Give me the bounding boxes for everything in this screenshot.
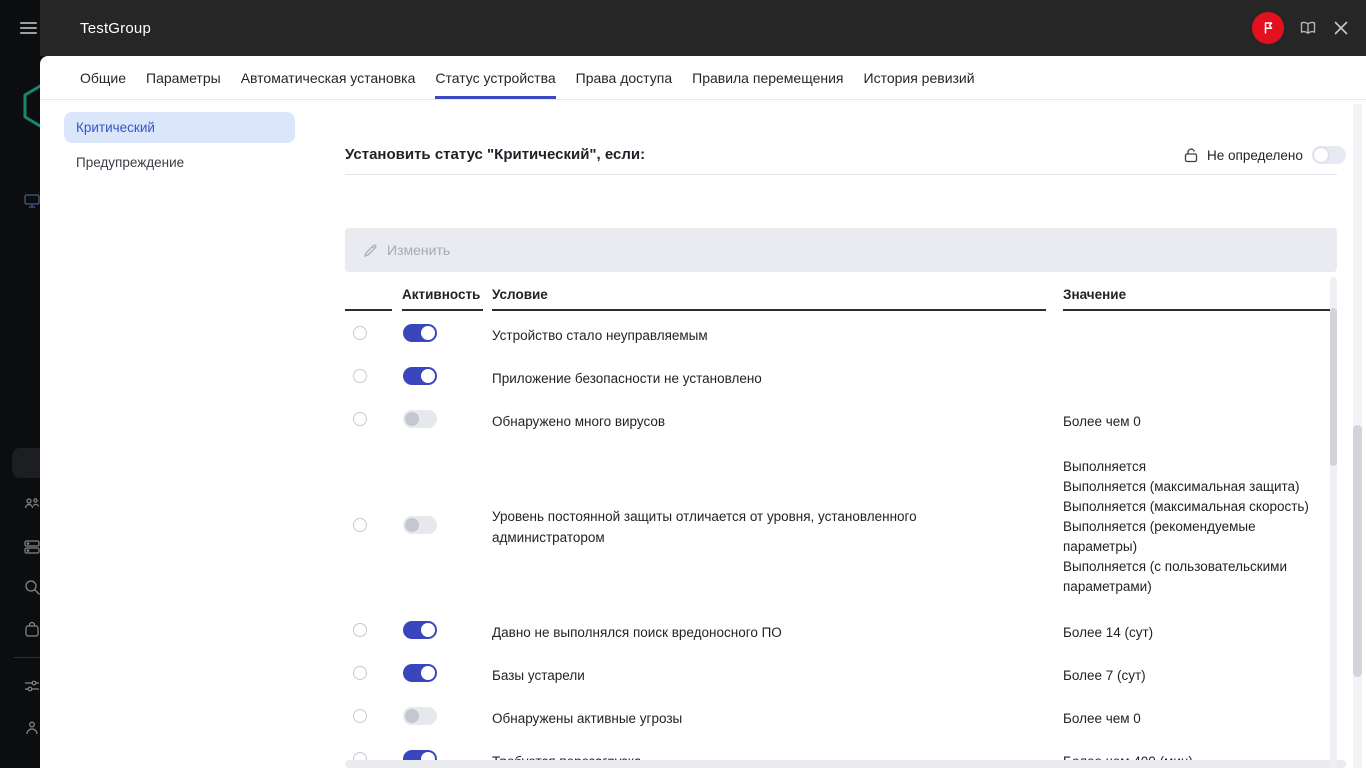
kaspersky-logo-icon bbox=[18, 82, 40, 130]
edit-button[interactable]: Изменить bbox=[387, 242, 450, 258]
value-cell: Более 14 (сут) bbox=[1063, 623, 1313, 643]
value-line: Выполняется (с пользовательскими парамет… bbox=[1063, 557, 1313, 597]
condition-row: Устройство стало неуправляемым bbox=[345, 314, 1337, 357]
row-select-radio[interactable] bbox=[353, 623, 367, 637]
condition-label: Уровень постоянной защиты отличается от … bbox=[492, 506, 962, 548]
activity-toggle[interactable] bbox=[403, 621, 437, 639]
condition-row: Обнаружены активные угрозы Более чем 0 bbox=[345, 697, 1337, 740]
row-select-radio[interactable] bbox=[353, 412, 367, 426]
condition-label: Обнаружено много вирусов bbox=[492, 411, 962, 432]
tabs-bar: Общие Параметры Автоматическая установка… bbox=[40, 56, 1366, 100]
tab-pravila-peremeshcheniya[interactable]: Правила перемещения bbox=[692, 56, 843, 99]
condition-row: Уровень постоянной защиты отличается от … bbox=[345, 443, 1337, 611]
value-line: Более чем 0 bbox=[1063, 412, 1313, 432]
activity-toggle[interactable] bbox=[403, 707, 437, 725]
activity-toggle[interactable] bbox=[403, 324, 437, 342]
user-profile-icon[interactable] bbox=[24, 720, 40, 736]
activity-column-header: Активность bbox=[402, 280, 483, 311]
value-cell: Более 7 (сут) bbox=[1063, 666, 1313, 686]
table-toolbar: Изменить bbox=[345, 228, 1337, 272]
section-heading: Установить статус "Критический", если: bbox=[345, 146, 645, 163]
menu-hamburger-icon[interactable] bbox=[20, 22, 37, 36]
value-line: Более 14 (сут) bbox=[1063, 623, 1313, 643]
tab-prava-dostupa[interactable]: Права доступа bbox=[576, 56, 672, 99]
toggle-knob bbox=[405, 709, 419, 723]
conditions-table-header: Активность Условие Значение bbox=[345, 280, 1337, 311]
value-cell: ВыполняетсяВыполняется (максимальная защ… bbox=[1063, 457, 1313, 597]
window-titlebar: TestGroup bbox=[40, 0, 1366, 56]
help-book-icon[interactable] bbox=[1300, 20, 1316, 36]
value-line: Выполняется (рекомендуемые параметры) bbox=[1063, 517, 1313, 557]
value-line: Более 7 (сут) bbox=[1063, 666, 1313, 686]
condition-row: Приложение безопасности не установлено bbox=[345, 357, 1337, 400]
toggle-knob bbox=[421, 666, 435, 680]
value-line: Более чем 0 bbox=[1063, 709, 1313, 729]
condition-label: Приложение безопасности не установлено bbox=[492, 368, 962, 389]
activity-toggle[interactable] bbox=[403, 410, 437, 428]
monitor-icon[interactable] bbox=[24, 193, 40, 209]
row-select-radio[interactable] bbox=[353, 709, 367, 723]
page-scrollbar-thumb[interactable] bbox=[1353, 425, 1362, 677]
nav-item-preduprezhdenie[interactable]: Предупреждение bbox=[64, 147, 295, 178]
condition-row: Базы устарели Более 7 (сут) bbox=[345, 654, 1337, 697]
status-type-nav: Критический Предупреждение bbox=[64, 112, 295, 182]
group-title: TestGroup bbox=[80, 0, 151, 56]
heading-divider bbox=[345, 174, 1337, 175]
nav-item-kriticheskiy[interactable]: Критический bbox=[64, 112, 295, 143]
value-line: Выполняется (максимальная скорость) bbox=[1063, 497, 1313, 517]
flag-badge-icon[interactable] bbox=[1252, 12, 1284, 44]
undefined-label: Не определено bbox=[1207, 148, 1303, 163]
row-select-radio[interactable] bbox=[353, 518, 367, 532]
close-icon[interactable] bbox=[1333, 20, 1349, 36]
row-select-radio[interactable] bbox=[353, 666, 367, 680]
left-rail bbox=[0, 0, 40, 768]
toggle-knob bbox=[405, 518, 419, 532]
condition-label: Обнаружены активные угрозы bbox=[492, 708, 962, 729]
tab-istoriya-reviziy[interactable]: История ревизий bbox=[864, 56, 975, 99]
value-column-header: Значение bbox=[1063, 280, 1337, 311]
settings-sliders-icon[interactable] bbox=[24, 678, 40, 694]
edit-pencil-icon bbox=[363, 243, 378, 258]
activity-toggle[interactable] bbox=[403, 367, 437, 385]
condition-row: Обнаружено много вирусов Более чем 0 bbox=[345, 400, 1337, 443]
condition-label: Устройство стало неуправляемым bbox=[492, 325, 962, 346]
value-cell: Более чем 0 bbox=[1063, 709, 1313, 729]
activity-toggle[interactable] bbox=[403, 516, 437, 534]
condition-row: Давно не выполнялся поиск вредоносного П… bbox=[345, 611, 1337, 654]
servers-icon[interactable] bbox=[24, 539, 40, 555]
row-select-radio[interactable] bbox=[353, 369, 367, 383]
toggle-knob bbox=[421, 623, 435, 637]
condition-label: Давно не выполнялся поиск вредоносного П… bbox=[492, 622, 962, 643]
toggle-knob bbox=[421, 326, 435, 340]
unlocked-padlock-icon bbox=[1183, 147, 1199, 163]
search-icon[interactable] bbox=[24, 579, 40, 596]
users-icon[interactable] bbox=[24, 497, 40, 513]
table-scrollbar-thumb[interactable] bbox=[1330, 308, 1337, 466]
rail-selected-item bbox=[12, 448, 40, 478]
conditions-rows: Устройство стало неуправляемым Приложение… bbox=[345, 314, 1337, 768]
tab-obshchie[interactable]: Общие bbox=[80, 56, 126, 99]
bag-icon[interactable] bbox=[24, 621, 40, 638]
tab-avtomaticheskaya-ustanovka[interactable]: Автоматическая установка bbox=[241, 56, 416, 99]
toggle-knob bbox=[405, 412, 419, 426]
activity-toggle[interactable] bbox=[403, 664, 437, 682]
row-select-radio[interactable] bbox=[353, 326, 367, 340]
horizontal-scrollbar[interactable] bbox=[345, 760, 1346, 768]
condition-label: Базы устарели bbox=[492, 665, 962, 686]
value-line: Выполняется bbox=[1063, 457, 1313, 477]
undefined-lock-row: Не определено bbox=[1183, 146, 1346, 164]
value-line: Выполняется (максимальная защита) bbox=[1063, 477, 1313, 497]
group-properties-panel: Общие Параметры Автоматическая установка… bbox=[40, 56, 1366, 768]
app-window: TestGroup Общие Параметры Автоматическая… bbox=[0, 0, 1366, 768]
toggle-knob bbox=[421, 369, 435, 383]
tab-status-ustroystva[interactable]: Статус устройства bbox=[435, 56, 555, 99]
tab-parametry[interactable]: Параметры bbox=[146, 56, 221, 99]
select-column-header bbox=[345, 280, 392, 311]
undefined-toggle[interactable] bbox=[1312, 146, 1346, 164]
condition-column-header: Условие bbox=[492, 280, 1046, 311]
value-cell: Более чем 0 bbox=[1063, 412, 1313, 432]
rail-divider bbox=[14, 657, 40, 658]
